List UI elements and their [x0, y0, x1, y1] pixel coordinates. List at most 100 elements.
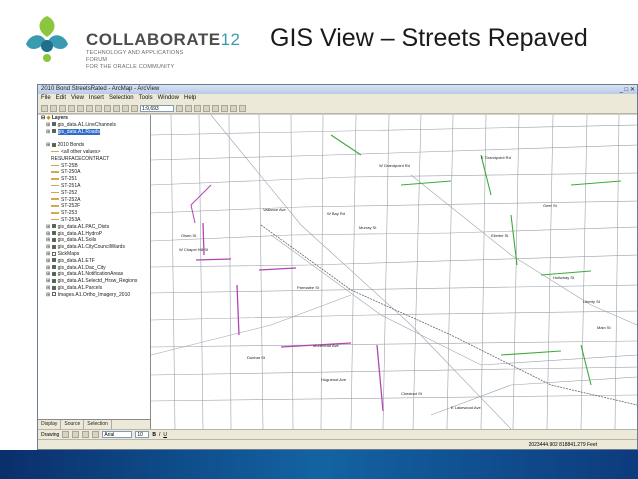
street-label: E Grandpoint Rd — [481, 155, 511, 160]
line-symbol-icon — [51, 218, 59, 221]
street-label: Morehead Ave — [313, 343, 339, 348]
font-size-select[interactable]: 10 — [135, 431, 150, 438]
logo-wordmark: COLLABORATE12 — [86, 30, 241, 49]
map-scale-input[interactable]: 1:9,693 — [140, 104, 174, 112]
undo-icon[interactable] — [113, 104, 120, 112]
line-symbol-icon — [51, 171, 59, 173]
layer-checkbox[interactable] — [51, 244, 56, 249]
status-bar: 2023444.902 818841.279 Feet — [38, 439, 637, 449]
toc-layer-item[interactable]: ⊞ 2010 Bonds — [38, 142, 150, 149]
layer-checkbox[interactable] — [51, 278, 56, 283]
menu-item-help[interactable]: Help — [184, 94, 196, 103]
toc-layer-label: ST-252 — [61, 189, 78, 196]
text-icon[interactable] — [92, 431, 100, 438]
tab-display[interactable]: Display — [38, 420, 62, 429]
layer-checkbox[interactable] — [51, 272, 56, 276]
menu-item-insert[interactable]: Insert — [89, 94, 104, 103]
toc-layer-item[interactable]: ⊞ gis_data.A1.Soils — [38, 237, 150, 244]
menu-item-file[interactable]: File — [41, 94, 51, 103]
toc-layer-label: ST-250A — [61, 169, 81, 176]
tab-source[interactable]: Source — [61, 420, 85, 429]
layer-checkbox[interactable] — [51, 292, 56, 297]
toc-layer-item[interactable]: ⊞ Images.A1.Ortho_Imagery_2010 — [38, 292, 150, 299]
toc-layer-item[interactable]: ⊞ gis_data.A1.Parcels — [38, 285, 150, 292]
toc-layer-label: gis_data.A1.PAC_Dists — [57, 223, 110, 230]
line-symbol-icon — [51, 191, 59, 194]
collapse-icon[interactable]: ⊟ — [41, 115, 45, 121]
open-icon[interactable] — [50, 104, 57, 112]
toc-layer-item[interactable]: <all other values> — [38, 149, 150, 156]
toc-layer-item[interactable]: ⊞ gis_data.A1.Selectd_Hrsw_Regions — [38, 278, 150, 285]
toc-layer-item[interactable]: ST-25B — [38, 163, 150, 170]
delete-icon[interactable] — [104, 104, 111, 112]
save-icon[interactable] — [59, 104, 66, 112]
layer-checkbox[interactable] — [51, 251, 56, 256]
slide-header: COLLABORATE12 TECHNOLOGY AND APPLICATION… — [0, 0, 638, 78]
toc-layer-item[interactable]: ST-251A — [38, 183, 150, 190]
redo-icon[interactable] — [122, 104, 129, 112]
paste-icon[interactable] — [95, 104, 102, 112]
toc-layer-item[interactable]: ST-253 — [38, 210, 150, 217]
menu-item-view[interactable]: View — [71, 94, 84, 103]
street-label: Parmalee St — [297, 285, 320, 290]
hyperlink-icon[interactable] — [239, 104, 246, 112]
layer-checkbox[interactable] — [51, 122, 56, 127]
layer-checkbox[interactable] — [51, 258, 56, 263]
toc-layer-item[interactable]: ST-250A — [38, 169, 150, 176]
pan-icon[interactable] — [194, 104, 201, 112]
identify-icon[interactable] — [212, 104, 219, 112]
toc-layer-item[interactable]: ⊞ SickMaps — [38, 251, 150, 258]
toc-layer-label: gis_data.A1.Roads — [57, 128, 100, 135]
full-extent-icon[interactable] — [203, 104, 210, 112]
toc-root-layers[interactable]: ⊟ ◆ Layers — [38, 115, 150, 122]
menu-item-edit[interactable]: Edit — [56, 94, 66, 103]
rectangle-icon[interactable] — [82, 431, 90, 438]
toc-layer-item[interactable]: RESURFACECONTRACT — [38, 156, 150, 163]
toc-layer-item[interactable]: ⊞ gis_data.A1.PAC_Dists — [38, 224, 150, 231]
menu-item-window[interactable]: Window — [158, 94, 179, 103]
window-title: 2010 Bond StreetsRated - ArcMap - ArcVie… — [41, 86, 160, 92]
layer-checkbox[interactable] — [51, 265, 56, 270]
toc-layer-label: <all other values> — [61, 148, 101, 155]
toc-layer-item[interactable]: ⊞ gis_data.A1.CityCouncilWards — [38, 244, 150, 251]
tab-selection[interactable]: Selection — [84, 420, 112, 429]
toc-layer-item[interactable]: ST-251 — [38, 176, 150, 183]
toc-layer-item[interactable]: ⊞ gis_data.A1.Dac_City — [38, 265, 150, 272]
font-select[interactable]: Arial — [102, 431, 133, 438]
toc-layer-item[interactable]: ⊞ gis_data.A1.HydroP — [38, 231, 150, 238]
toc-layer-item[interactable]: ⊞ gis_data.A1.Roads — [38, 128, 150, 136]
menu-item-tools[interactable]: Tools — [139, 94, 153, 103]
cut-icon[interactable] — [77, 104, 84, 112]
add-data-icon[interactable] — [131, 104, 138, 112]
toc-layer-label: gis_data.A1.CityCouncilWards — [57, 244, 125, 251]
copy-icon[interactable] — [86, 104, 93, 112]
layer-checkbox[interactable] — [51, 231, 56, 236]
layer-checkbox[interactable] — [51, 129, 56, 134]
window-controls[interactable]: _ □ ✕ — [620, 86, 635, 94]
measure-icon[interactable] — [230, 104, 237, 112]
toc-layer-item[interactable]: ST-252 — [38, 190, 150, 197]
toc-layer-label: gis_data.A1.Selectd_Hrsw_Regions — [57, 278, 138, 285]
layer-checkbox[interactable] — [51, 238, 56, 243]
rotate-icon[interactable] — [72, 431, 80, 438]
street-label: W Grandpoint Rd — [379, 163, 410, 168]
zoom-in-icon[interactable] — [176, 104, 183, 112]
layer-checkbox[interactable] — [51, 142, 56, 147]
arcmap-window: 2010 Bond StreetsRated - ArcMap - ArcVie… — [37, 84, 638, 450]
toc-layer-item[interactable] — [38, 135, 150, 142]
print-icon[interactable] — [68, 104, 75, 112]
new-icon[interactable] — [41, 104, 48, 112]
toc-layer-item[interactable]: ST-252F — [38, 203, 150, 210]
layer-checkbox[interactable] — [51, 285, 56, 290]
menu-item-selection[interactable]: Selection — [109, 94, 134, 103]
toc-layer-item[interactable]: ⊞ gis_data.A1.LineChannels — [38, 122, 150, 129]
find-icon[interactable] — [221, 104, 228, 112]
select-elements-icon[interactable] — [62, 431, 70, 438]
toc-layer-item[interactable]: ST-253A — [38, 217, 150, 224]
toc-layer-item[interactable]: ⊞ gis_data.A1.NotificationAreas — [38, 271, 150, 278]
layer-checkbox[interactable] — [51, 224, 56, 229]
toc-layer-item[interactable]: ST-252A — [38, 197, 150, 204]
toc-layer-item[interactable]: ⊞ gis_data.A1.ETF — [38, 258, 150, 265]
zoom-out-icon[interactable] — [185, 104, 192, 112]
map-view[interactable]: W Grandpoint Rd E Grandpoint Rd Vallance A… — [151, 115, 637, 429]
